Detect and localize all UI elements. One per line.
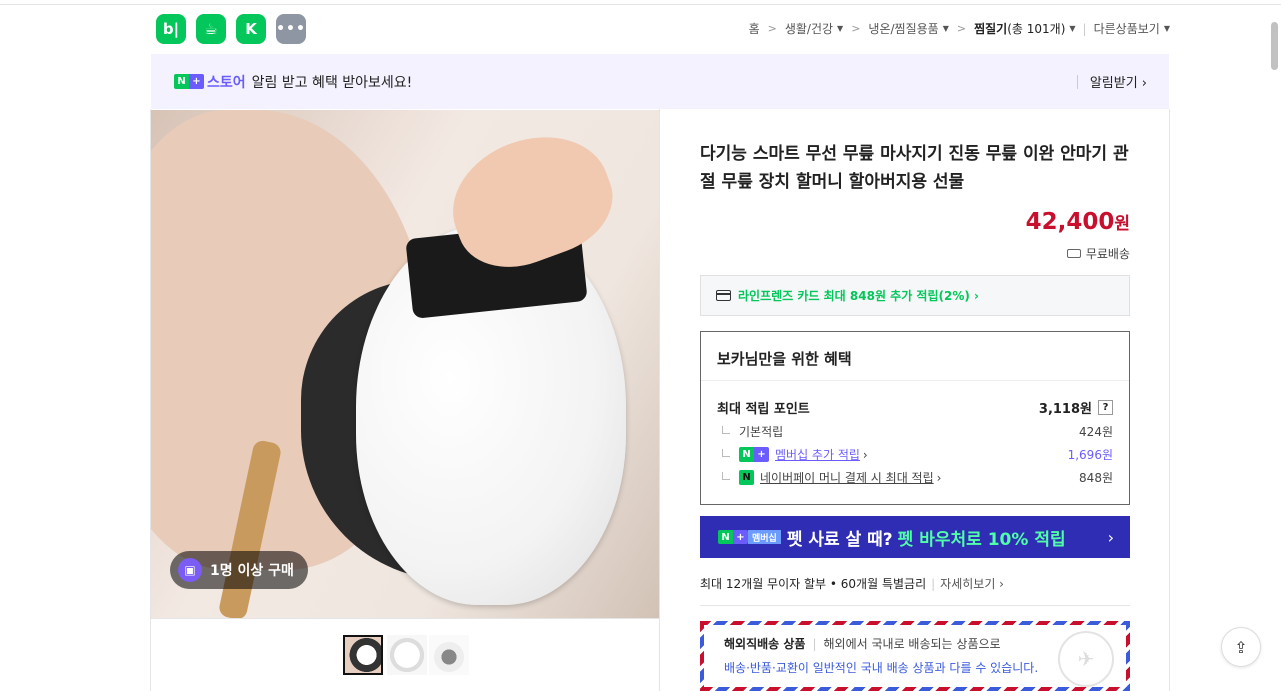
top-border xyxy=(0,0,1281,5)
truck-icon xyxy=(1066,249,1081,258)
npay-point-value: 848원 xyxy=(1079,471,1113,485)
basic-point-row: 기본적립 424원 xyxy=(717,423,1113,440)
breadcrumb-current[interactable]: 찜질기 xyxy=(974,20,1007,37)
divider: | xyxy=(812,636,817,651)
card-offer-text: 라인프렌즈 카드 최대 848원 추가 적립(2%) › xyxy=(738,289,979,303)
share-button[interactable]: ⇪ xyxy=(1221,627,1261,667)
max-point-row: 최대 적립 포인트 3,118원? xyxy=(717,398,1113,417)
product-price: 42,400원 xyxy=(1026,209,1130,235)
purchase-count-label: 1명 이상 구매 xyxy=(210,563,294,579)
more-icon[interactable]: ••• xyxy=(276,14,306,44)
section-divider xyxy=(700,605,1130,606)
caret-down-icon[interactable]: ▼ xyxy=(1164,24,1170,33)
installment-info: 최대 12개월 무이자 할부 • 60개월 특별금리 | 자세히보기 › xyxy=(700,575,1130,592)
naver-plus-logo-icon: N + xyxy=(174,74,204,89)
caret-down-icon[interactable]: ▼ xyxy=(943,24,949,33)
alarm-button-label: 알림받기 › xyxy=(1089,76,1147,91)
purchase-count-badge: ▣ 1명 이상 구매 xyxy=(170,551,308,589)
naver-plus-logo-icon: N + xyxy=(739,447,769,462)
breadcrumb: 홈 > 생활/건강 ▼ > 냉온/찜질용품 ▼ > 찜질기 (총 101개) ▼… xyxy=(749,20,1170,37)
overseas-delivery-notice: 해외직배송 상품 | 해외에서 국내로 배송되는 상품으로 배송·반품·교환이 일반… xyxy=(700,621,1130,691)
max-point-value: 3,118원 xyxy=(1038,402,1092,417)
help-icon[interactable]: ? xyxy=(1098,400,1113,415)
chevron-right-icon: › xyxy=(862,447,868,462)
chevron-right-icon: > xyxy=(956,22,967,35)
chevron-right-icon: › xyxy=(936,470,942,485)
share-icon: ⇪ xyxy=(1234,637,1248,657)
naver-plus-logo-icon: N + xyxy=(718,530,748,544)
shopping-bag-icon: ▣ xyxy=(178,558,202,582)
membership-point-row: N + 멤버십 추가 적립 › 1,696원 xyxy=(717,446,1113,463)
thumbnail-3[interactable] xyxy=(429,635,469,675)
tree-elbow-icon xyxy=(722,471,730,480)
thumbnail-2[interactable] xyxy=(387,635,427,675)
store-label: 스토어 xyxy=(207,74,246,91)
breadcrumb-home[interactable]: 홈 xyxy=(749,20,760,37)
overseas-title: 해외직배송 상품 xyxy=(724,637,806,651)
credit-card-icon xyxy=(716,290,731,301)
naver-pay-icon: N xyxy=(739,470,754,485)
divider: | xyxy=(1082,21,1087,36)
other-products-link[interactable]: 다른상품보기 xyxy=(1094,20,1160,37)
basic-point-value: 424원 xyxy=(1079,425,1113,439)
npay-point-row: N 네이버페이 머니 결제 시 최대 적립 › 848원 xyxy=(717,469,1113,486)
tree-elbow-icon xyxy=(722,425,730,434)
promo-text-2: 펫 바우처로 10% 적립 xyxy=(897,529,1066,550)
overseas-notice: 배송·반품·교환이 일반적인 국내 배송 상품과 다를 수 있습니다. xyxy=(724,661,1039,675)
cafe-icon[interactable]: ☕ xyxy=(196,14,226,44)
alarm-button[interactable]: 알림받기 › xyxy=(1076,72,1147,91)
caret-down-icon[interactable]: ▼ xyxy=(837,24,843,33)
npay-point-link[interactable]: 네이버페이 머니 결제 시 최대 적립 xyxy=(760,469,934,486)
chevron-right-icon: > xyxy=(767,22,777,35)
chevron-right-icon: > xyxy=(851,22,861,35)
overseas-desc: 해외에서 국내로 배송되는 상품으로 xyxy=(823,637,1001,651)
membership-tag: 멤버십 xyxy=(748,530,781,544)
tree-elbow-icon xyxy=(722,448,730,457)
promo-text-1: 펫 사료 살 때? xyxy=(786,529,893,550)
price-value: 42,400 xyxy=(1025,209,1115,235)
breadcrumb-count: (총 101개) xyxy=(1007,22,1066,36)
product-main-image[interactable] xyxy=(151,110,659,618)
benefit-box: 보카님만을 위한 혜택 최대 적립 포인트 3,118원? 기본적립 424원 … xyxy=(700,331,1130,505)
scrollbar-thumb[interactable] xyxy=(1271,22,1278,70)
price-unit: 원 xyxy=(1114,214,1130,234)
thumbnail-strip xyxy=(151,618,659,691)
banner-message: 알림 받고 혜택 받아보세요! xyxy=(251,74,413,91)
benefit-heading: 보카님만을 위한 혜택 xyxy=(701,332,1129,381)
membership-point-link[interactable]: 멤버십 추가 적립 xyxy=(775,446,860,463)
breadcrumb-category-1[interactable]: 생활/건강 xyxy=(785,20,833,37)
card-offer-box[interactable]: 라인프렌즈 카드 최대 848원 추가 적립(2%) › xyxy=(700,275,1130,316)
product-title: 다기능 스마트 무선 무릎 마사지기 진동 무릎 이완 안마기 관절 무릎 장치… xyxy=(700,144,1129,192)
installment-text: 최대 12개월 무이자 할부 • 60개월 특별금리 xyxy=(700,577,927,591)
breadcrumb-category-2[interactable]: 냉온/찜질용품 xyxy=(868,20,938,37)
chevron-right-icon: › xyxy=(1107,527,1114,547)
max-point-label: 최대 적립 포인트 xyxy=(717,402,810,417)
pet-voucher-promo-banner[interactable]: N + 멤버십 펫 사료 살 때? 펫 바우처로 10% 적립 › xyxy=(700,516,1130,558)
shipping-info: 무료배송 xyxy=(1066,245,1130,262)
basic-point-label: 기본적립 xyxy=(739,425,784,439)
airplane-stamp-icon: ✈ xyxy=(1058,631,1114,687)
installment-details-link[interactable]: 자세히보기 › xyxy=(940,575,1004,592)
kin-icon[interactable]: K xyxy=(236,14,266,44)
membership-point-value: 1,696원 xyxy=(1067,448,1113,462)
caret-down-icon[interactable]: ▼ xyxy=(1069,24,1075,33)
blog-icon[interactable]: b| xyxy=(156,14,186,44)
thumbnail-1[interactable] xyxy=(343,635,383,675)
divider: | xyxy=(931,576,936,591)
store-alarm-banner: N + 스토어 알림 받고 혜택 받아보세요! 알림받기 › xyxy=(151,54,1169,109)
shipping-label: 무료배송 xyxy=(1085,247,1130,261)
